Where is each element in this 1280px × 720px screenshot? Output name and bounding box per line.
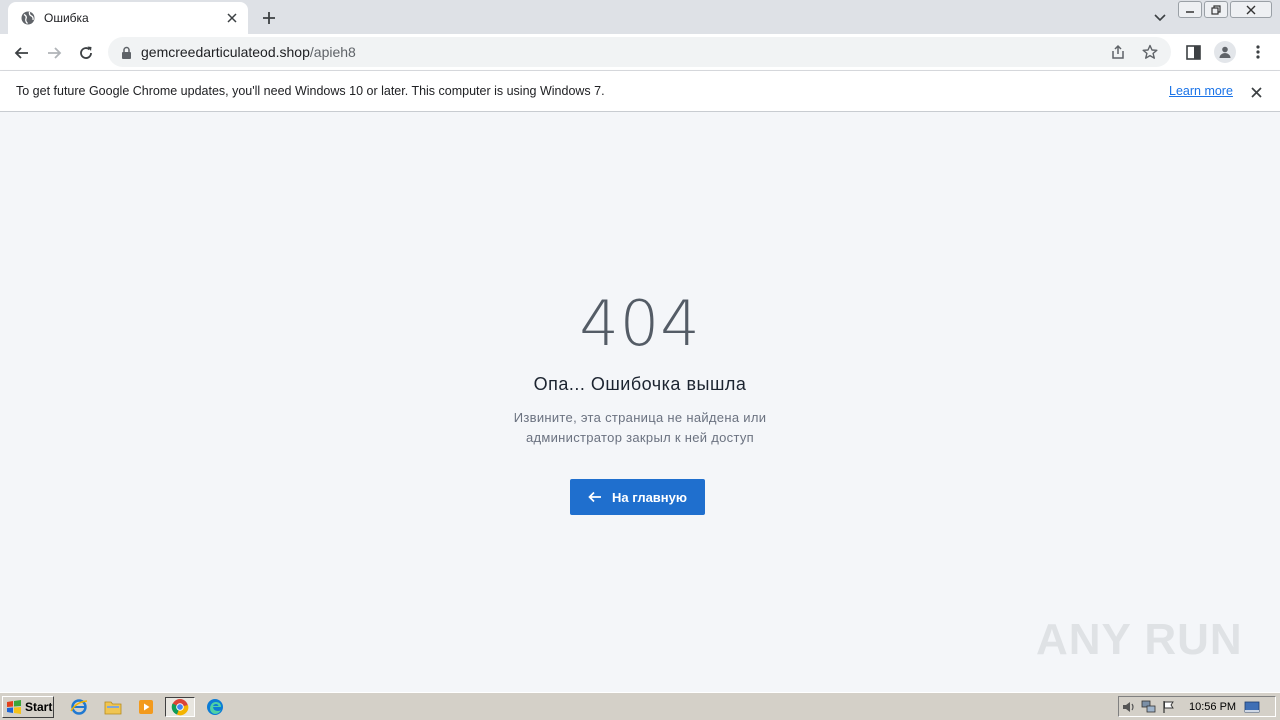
error-description-line: администратор закрыл к ней доступ [525,430,755,445]
profile-button[interactable] [1213,40,1237,64]
taskbar-chrome[interactable] [165,697,195,717]
show-desktop-icon[interactable] [1242,698,1262,716]
avatar-icon [1214,41,1236,63]
restore-button[interactable] [1204,1,1228,18]
bookmark-star-icon[interactable] [1139,41,1161,63]
chrome-icon [171,699,189,716]
tab-strip: Ошибка [0,0,1280,34]
taskbar-edge[interactable] [204,697,226,717]
reload-button[interactable] [75,42,97,64]
learn-more-link[interactable]: Learn more [1169,84,1233,98]
go-home-button[interactable]: На главную [570,479,705,515]
forward-button[interactable] [43,42,65,64]
plus-icon [263,12,275,24]
side-panel-icon [1185,44,1201,60]
action-center-flag-icon[interactable] [1159,698,1179,716]
address-bar[interactable]: gemcreedarticulateod.shop/apieh8 [108,37,1171,67]
taskbar-clock[interactable]: 10:56 PM [1189,701,1236,713]
network-icon[interactable] [1139,698,1159,716]
url-host: gemcreedarticulateod.shop [141,44,310,60]
arrow-left-icon [14,47,28,59]
arrow-right-icon [48,47,62,59]
media-player-icon [139,700,153,714]
infobar-message: To get future Google Chrome updates, you… [16,84,605,98]
side-panel-button[interactable] [1181,40,1205,64]
taskbar-media-player[interactable] [135,697,157,717]
windows-taskbar: Start 10:56 PM [0,692,1280,720]
error-description: Извините, эта страница не найдена или ад… [440,408,840,448]
anyrun-watermark: ANY RUN [1036,615,1243,664]
chevron-down-icon [1154,14,1166,22]
close-icon [1246,5,1256,14]
taskbar-explorer[interactable] [102,697,124,717]
restore-icon [1211,4,1221,15]
window-close-button[interactable] [1230,1,1272,18]
start-label: Start [25,700,53,714]
globe-icon [20,10,36,26]
taskbar-ie[interactable] [68,697,90,717]
browser-toolbar: gemcreedarticulateod.shop/apieh8 [0,34,1280,71]
internet-explorer-icon [70,699,88,715]
page-content: 404 Опа... Ошибочка вышла Извините, эта … [0,112,1280,692]
go-home-label: На главную [612,489,687,505]
folder-icon [104,701,122,715]
error-title: Опа... Ошибочка вышла [533,374,747,394]
error-code: 404 [579,287,701,360]
new-tab-button[interactable] [258,7,280,29]
edge-icon [207,699,223,715]
arrow-left-icon [588,491,601,503]
volume-icon[interactable] [1119,698,1139,716]
windows-logo-icon [7,700,21,714]
url-text[interactable]: gemcreedarticulateod.shop/apieh8 [141,44,1107,60]
reload-icon [80,46,92,59]
back-button[interactable] [11,42,33,64]
update-infobar: To get future Google Chrome updates, you… [0,71,1280,112]
lock-icon[interactable] [119,45,133,59]
browser-tab[interactable]: Ошибка [8,2,248,34]
close-icon[interactable] [224,10,240,26]
share-icon[interactable] [1107,41,1129,63]
error-description-line: Извините, эта страница не найдена или [513,410,767,425]
more-vert-icon [1256,45,1260,59]
system-tray: 10:56 PM [1118,696,1276,717]
url-path: /apieh8 [309,44,356,60]
tab-search-button[interactable] [1150,8,1170,28]
window-controls [1178,1,1272,18]
start-button[interactable]: Start [2,696,54,718]
close-icon[interactable] [1247,83,1265,101]
minimize-icon [1186,10,1194,13]
menu-button[interactable] [1246,40,1270,64]
tab-title: Ошибка [44,11,89,25]
minimize-button[interactable] [1178,1,1202,18]
